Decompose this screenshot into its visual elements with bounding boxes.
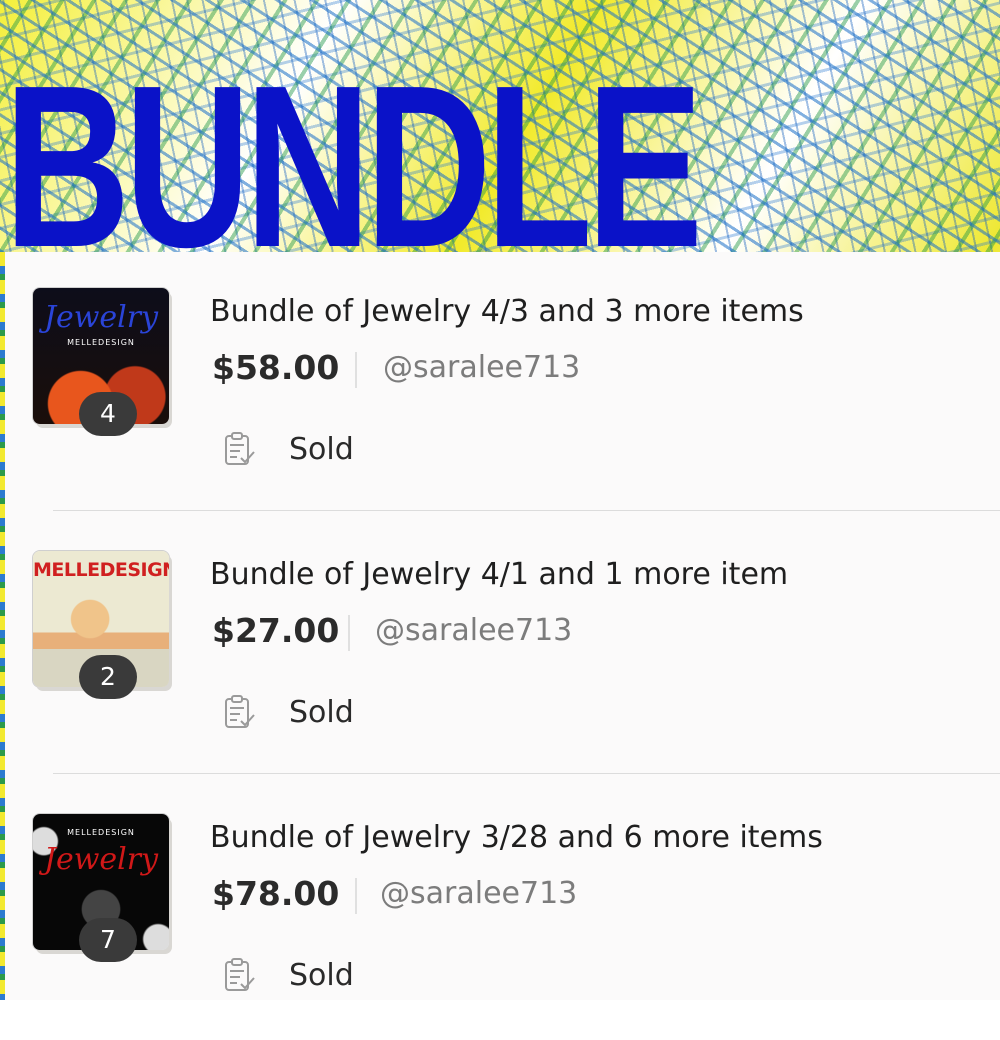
listing-row[interactable]: Jewelry MELLEDESIGN 4 Bundle of Jewelry … bbox=[5, 252, 1000, 514]
item-count-badge: 4 bbox=[79, 392, 137, 436]
thumbnail-script-text: Jewelry bbox=[43, 842, 159, 877]
clipboard-check-icon bbox=[225, 695, 255, 728]
item-count-badge: 7 bbox=[79, 918, 137, 962]
status-label: Sold bbox=[289, 695, 354, 730]
price-seller-divider bbox=[355, 352, 357, 388]
thumbnail-brand-text: MELLEDESIGN bbox=[33, 559, 169, 581]
listing-row[interactable]: MELLEDESIGN Jewelry 7 Bundle of Jewelry … bbox=[5, 778, 1000, 1040]
listing-price: $78.00 bbox=[212, 874, 340, 913]
seller-username[interactable]: @saralee713 bbox=[380, 876, 577, 911]
listing-title[interactable]: Bundle of Jewelry 4/3 and 3 more items bbox=[210, 294, 804, 329]
bundle-list: Jewelry MELLEDESIGN 4 Bundle of Jewelry … bbox=[5, 252, 1000, 1000]
item-count-badge: 2 bbox=[79, 655, 137, 699]
listing-thumbnail[interactable]: MELLEDESIGN Jewelry 7 bbox=[33, 814, 169, 962]
seller-username[interactable]: @saralee713 bbox=[375, 613, 572, 648]
row-divider bbox=[53, 773, 1000, 774]
listing-price: $27.00 bbox=[212, 611, 340, 650]
price-seller-divider bbox=[348, 615, 350, 651]
clipboard-check-icon bbox=[225, 958, 255, 991]
thumbnail-brand-text: MELLEDESIGN bbox=[67, 828, 135, 837]
thumbnail-script-text: Jewelry bbox=[43, 300, 159, 335]
listing-price: $58.00 bbox=[212, 348, 340, 387]
listing-thumbnail[interactable]: Jewelry MELLEDESIGN 4 bbox=[33, 288, 169, 436]
clipboard-check-icon bbox=[225, 432, 255, 465]
seller-username[interactable]: @saralee713 bbox=[383, 350, 580, 385]
thumbnail-brand-text: MELLEDESIGN bbox=[67, 338, 135, 347]
listing-title[interactable]: Bundle of Jewelry 3/28 and 6 more items bbox=[210, 820, 823, 855]
price-seller-divider bbox=[355, 878, 357, 914]
listing-thumbnail[interactable]: MELLEDESIGN 2 bbox=[33, 551, 169, 699]
row-divider bbox=[53, 510, 1000, 511]
listing-title[interactable]: Bundle of Jewelry 4/1 and 1 more item bbox=[210, 557, 788, 592]
status-label: Sold bbox=[289, 958, 354, 993]
banner-title: BUNDLE bbox=[4, 38, 703, 297]
status-label: Sold bbox=[289, 432, 354, 467]
listing-row[interactable]: MELLEDESIGN 2 Bundle of Jewelry 4/1 and … bbox=[5, 515, 1000, 777]
